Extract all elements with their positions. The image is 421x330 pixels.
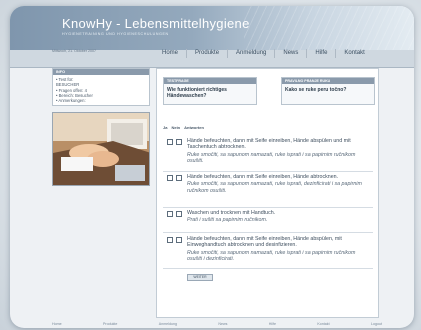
answer-text: Waschen und trocknen mit Handtuch. Prati… [187,210,371,224]
answer-german: Hände befeuchten, dann mit Seife einreib… [187,138,351,151]
translation-card: PRAVILNO PRANJE RUKU Kako se ruke peru t… [281,77,375,105]
translation-card-text: Kako se ruke peru točno? [285,87,347,93]
photo-illustration [53,113,149,186]
footer-hilfe[interactable]: Hilfe [269,322,276,326]
col-no: Nein [171,125,181,130]
info-list: • Test für: BESUCHER • Fragen offen: 4 •… [53,75,149,105]
handwashing-photo [52,112,150,187]
yes-checkbox[interactable] [167,211,173,217]
answer-german: Waschen und trocknen mit Handtuch. [187,210,276,216]
footer-nav: Home Produkte Anmeldung News Hilfe Konta… [52,322,382,326]
question-card-text: Wie funktioniert richtiges Händewaschen? [167,87,227,99]
footer-anmeldung[interactable]: Anmeldung [159,322,177,326]
answer-column-headers: Ja Nein Antworten [163,125,204,130]
main-nav: Home Produkte Anmeldung News Hilfe Konta… [154,44,373,62]
no-checkbox[interactable] [176,211,182,217]
answer-text: Hände befeuchten, dann mit Seife einreib… [187,138,371,164]
answer-translation: Prati i sušiti sa papirnim ručnikom. [187,217,268,224]
answer-row: Waschen und trocknen mit Handtuch. Prati… [163,209,373,233]
nav-produkte[interactable]: Produkte [186,48,227,58]
answer-row: Hände befeuchten, dann mit Seife einreib… [163,235,373,269]
question-card: TESTFRAGE Wie funktioniert richtiges Hän… [163,77,257,105]
nav-anmeldung[interactable]: Anmeldung [227,48,274,58]
nav-kontakt[interactable]: Kontakt [335,48,372,58]
no-checkbox[interactable] [176,139,182,145]
site-subtitle: HYGIENETRAINING UND HYGIENESCHULUNGEN [62,32,169,36]
main-panel: TESTFRAGE Wie funktioniert richtiges Hän… [156,68,379,318]
next-button[interactable]: WEITER [187,274,213,281]
no-checkbox[interactable] [176,237,182,243]
yes-checkbox[interactable] [167,237,173,243]
col-yes: Ja [163,125,168,130]
answer-german: Hände befeuchten, dann mit Seife einreib… [187,174,339,180]
footer-news[interactable]: News [218,322,227,326]
info-box: INFO • Test für: BESUCHER • Fragen offen… [52,68,150,107]
nav-home[interactable]: Home [154,49,186,58]
answer-translation: Ruke smočiti, sa sapunom namazati, ruke … [187,249,356,262]
nav-news[interactable]: News [274,48,306,58]
answer-translation: Ruke smočiti, sa sapunom namazati, ruke … [187,181,362,194]
sidebar: INFO • Test für: BESUCHER • Fragen offen… [52,68,150,187]
site-title: KnowHy - Lebensmittelhygiene [62,16,250,31]
answer-text: Hände befeuchten, dann mit Seife einreib… [187,236,371,262]
footer-home[interactable]: Home [52,322,62,326]
answer-translation: Ruke smočiti, sa sapunom namazati, ruke … [187,151,356,164]
yes-checkbox[interactable] [167,175,173,181]
footer-produkte[interactable]: Produkte [103,322,117,326]
date-text: Mittwoch, 21. Oktober 2007 [52,49,96,53]
col-answers: Antworten [184,125,204,130]
info-item: • Anmerkungen: [56,98,86,104]
answer-row: Hände befeuchten, dann mit Seife einreib… [163,137,373,172]
footer-logout[interactable]: Logout [371,322,382,326]
yes-checkbox[interactable] [167,139,173,145]
no-checkbox[interactable] [176,175,182,181]
answer-german: Hände befeuchten, dann mit Seife einreib… [187,236,342,249]
footer-kontakt[interactable]: Kontakt [317,322,329,326]
answer-row: Hände befeuchten, dann mit Seife einreib… [163,173,373,208]
nav-hilfe[interactable]: Hilfe [306,48,335,58]
answer-text: Hände befeuchten, dann mit Seife einreib… [187,174,371,194]
